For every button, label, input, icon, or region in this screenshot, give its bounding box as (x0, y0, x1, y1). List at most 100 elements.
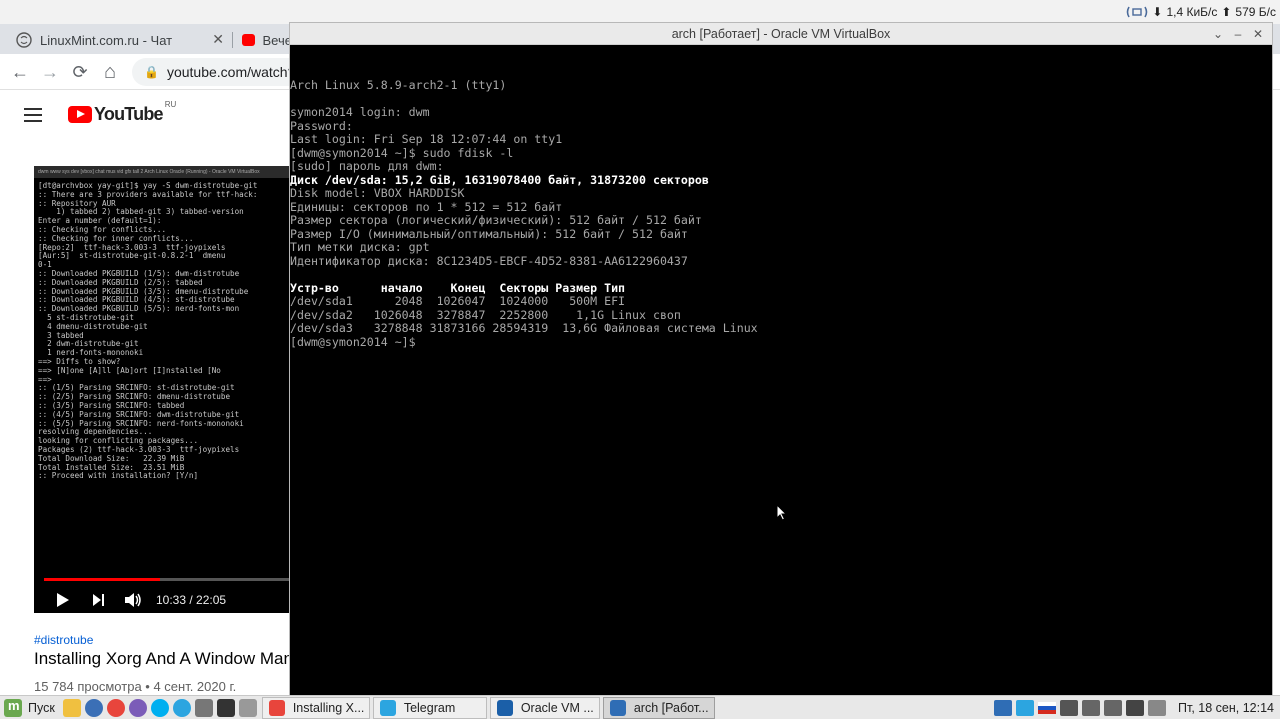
youtube-logo[interactable]: YouTube RU (68, 100, 176, 125)
youtube-play-icon (68, 106, 92, 123)
console-line: Диск /dev/sda: 15,2 GiB, 16319078400 бай… (290, 172, 709, 187)
vm-display[interactable]: Arch Linux 5.8.9-arch2-1 (tty1) symon2014… (290, 45, 1272, 695)
upload-arrow-icon: ⬆ (1221, 5, 1232, 19)
telegram-icon (379, 699, 396, 716)
task-list: Installing X... Telegram Oracle VM ... arch… (259, 696, 715, 719)
teamviewer-launcher-icon[interactable] (84, 698, 103, 717)
back-icon[interactable]: ← (8, 60, 32, 84)
video-terminal-line: :: Proceed with installation? [Y/n] (38, 471, 199, 481)
microphone-tray-icon[interactable] (1082, 699, 1101, 716)
linuxmint-menu-icon (4, 698, 22, 717)
video-progress-fill (44, 578, 160, 581)
task-label: arch [Работ... (633, 700, 709, 715)
console-line: symon2014 login: dwm (290, 105, 430, 119)
show-desktop-icon[interactable] (238, 698, 257, 717)
youtube-logo-text: YouTube (94, 104, 164, 124)
volume-icon[interactable] (124, 592, 142, 608)
system-tray: Пт, 18 сен, 12:14 (992, 696, 1280, 720)
next-icon[interactable] (92, 593, 106, 607)
battery-tray-icon[interactable] (1126, 699, 1145, 716)
network-indicator[interactable]: ⬇ 1,4 КиБ/с ⬆ 579 Б/с (1126, 0, 1280, 24)
network-activity-icon (1127, 6, 1148, 18)
video-controls: 10:33 / 22:05 (34, 586, 290, 613)
console-line: Размер сектора (логический/физический): … (290, 213, 702, 227)
video-meta: 15 784 просмотра • 4 сент. 2020 г. (34, 679, 237, 694)
youtube-icon (242, 34, 255, 46)
console-line: [dwm@symon2014 ~]$ (290, 334, 416, 349)
virtualbox-window: arch [Работает] - Oracle VM VirtualBox ⌄… (289, 22, 1273, 695)
download-rate: 1,4 КиБ/с (1166, 5, 1218, 19)
console-line: Arch Linux 5.8.9-arch2-1 (tty1) (290, 78, 507, 92)
terminal-launcher-icon[interactable] (216, 698, 235, 717)
task-label: Oracle VM ... (520, 700, 594, 715)
upload-rate: 579 Б/с (1235, 5, 1276, 19)
virtualbox-icon (496, 699, 513, 716)
console-line: Password: (290, 118, 353, 133)
system-status-strip: ⬇ 1,4 КиБ/с ⬆ 579 Б/с (0, 0, 1280, 24)
close-icon[interactable]: ✕ (1250, 26, 1266, 42)
vbox-vm-icon (609, 699, 626, 716)
browser-tab-youtube[interactable]: Вече (232, 26, 292, 54)
home-icon[interactable]: ⌂ (98, 60, 122, 84)
minimize-icon[interactable]: – (1230, 26, 1246, 42)
telegram-tray-icon[interactable] (1016, 699, 1035, 716)
window-menu-icon[interactable]: ⌄ (1210, 26, 1226, 42)
forward-icon[interactable]: → (38, 60, 62, 84)
clock[interactable]: Пт, 18 сен, 12:14 (1178, 701, 1274, 715)
console-line: [sudo] пароль для dwm: (290, 159, 444, 173)
taskbar-task[interactable]: Installing X... (261, 696, 370, 719)
console-line: Идентификатор диска: 8C1234D5-EBCF-4D52-… (290, 253, 688, 268)
tab-title: LinuxMint.com.ru - Чат (40, 32, 173, 48)
url-text: youtube.com/watch? (166, 64, 296, 80)
chrome-icon (268, 699, 285, 716)
vbox-tray-icon[interactable] (994, 699, 1013, 716)
browser-tab-linuxmint[interactable]: LinuxMint.com.ru - Чат ✕ (0, 26, 232, 54)
download-arrow-icon: ⬇ (1152, 5, 1163, 19)
update-manager-icon[interactable] (1148, 699, 1167, 716)
video-terminal-line: [Aur:5] st-distrotube-git-0.8.2-1 dmenu (38, 251, 226, 261)
video-terminal-line: ==> [N]one [A]ll [Ab]ort [I]nstalled [No (38, 365, 221, 375)
lock-icon: 🔒 (144, 65, 159, 79)
taskbar-task[interactable]: Telegram (372, 696, 487, 719)
hamburger-menu-icon[interactable] (24, 108, 42, 122)
telegram-launcher-icon[interactable] (172, 698, 191, 717)
mouse-pointer-icon (776, 504, 787, 521)
video-progress-bar[interactable] (44, 578, 290, 581)
volume-tray-icon[interactable] (1104, 699, 1123, 716)
console-line: Disk model: VBOX HARDDISK (290, 186, 465, 200)
console-line: /dev/sda1 2048 1026047 1024000 500M EFI (290, 294, 626, 308)
video-hashtag[interactable]: #distrotube (34, 633, 93, 647)
video-player[interactable]: dwm www sys dev [vbox] chat mus vid gfx … (34, 166, 290, 613)
console-line: Устр-во начало Конец Секторы Размер Тип (290, 280, 626, 295)
network-tray-icon[interactable] (1060, 699, 1079, 716)
console-line: Размер I/O (минимальный/оптимальный): 51… (290, 226, 688, 241)
window-title: arch [Работает] - Oracle VM VirtualBox (671, 27, 891, 41)
video-title: Installing Xorg And A Window Manager In … (34, 649, 290, 668)
viber-launcher-icon[interactable] (128, 698, 147, 717)
console-line: [dwm@symon2014 ~]$ sudo fdisk -l (290, 145, 514, 160)
files-launcher-icon[interactable] (62, 698, 81, 717)
skype-launcher-icon[interactable] (150, 698, 169, 717)
start-button[interactable]: Пуск (0, 696, 61, 720)
taskbar-task[interactable]: arch [Работ... (602, 696, 715, 719)
vm-console: Arch Linux 5.8.9-arch2-1 (tty1) symon2014… (290, 78, 758, 349)
video-time: 10:33 / 22:05 (156, 592, 227, 607)
start-label: Пуск (28, 700, 55, 715)
play-icon[interactable] (56, 592, 70, 608)
youtube-region: RU (164, 100, 177, 109)
screenshot-launcher-icon[interactable] (194, 698, 213, 717)
taskbar: Пуск Installing X... Telegram Oracle VM ..… (0, 695, 1280, 719)
console-line: Тип метки диска: gpt (290, 240, 430, 254)
tab-close-icon[interactable]: ✕ (212, 31, 224, 48)
task-label: Telegram (403, 700, 456, 715)
vbox-titlebar[interactable]: arch [Работает] - Oracle VM VirtualBox ⌄… (290, 23, 1272, 45)
console-line: Last login: Fri Sep 18 12:07:44 on tty1 (290, 132, 563, 146)
reload-icon[interactable]: ⟳ (68, 60, 92, 84)
russian-layout-flag-icon[interactable] (1038, 700, 1057, 716)
video-frame-titlebar: dwm www sys dev [vbox] chat mus vid gfx … (34, 166, 290, 178)
task-label: Installing X... (292, 700, 365, 715)
taskbar-task[interactable]: Oracle VM ... (489, 696, 600, 719)
chrome-launcher-icon[interactable] (106, 698, 125, 717)
